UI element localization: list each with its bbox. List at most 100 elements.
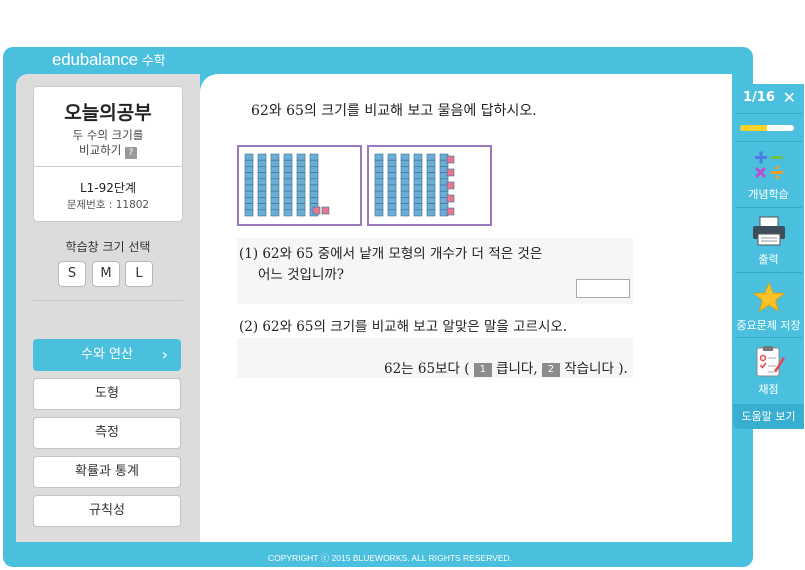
save-important-button[interactable]: 중요문제 저장 (733, 281, 804, 333)
ones-unit (446, 181, 455, 190)
star-icon (752, 281, 785, 313)
tens-rod-unit (400, 178, 410, 186)
tens-rod-unit (244, 203, 254, 211)
print-button[interactable]: 출력 (733, 215, 804, 267)
tens-rod-unit (413, 159, 423, 167)
tens-rod-unit (374, 178, 384, 186)
tens-rod-unit (257, 209, 267, 217)
q1-line1: (1) 62와 65 중에서 낱개 모형의 개수가 더 적은 것은 (239, 246, 543, 262)
copyright-text: COPYRIGHT ⓒ 2015 BLUEWORKS. ALL RIGHTS R… (267, 553, 513, 563)
tens-rod-unit (309, 166, 319, 173)
tens-rod-unit (374, 153, 384, 161)
tens-rod-unit (296, 190, 306, 198)
tens-rod-unit (296, 184, 306, 192)
tens-rod-unit (387, 178, 397, 186)
choice-2-badge[interactable]: 2 (541, 363, 560, 377)
tens-rod-unit (426, 190, 436, 198)
tens-rod-unit (413, 197, 423, 204)
tens-rod-unit (283, 178, 293, 186)
save-important-label: 중요문제 저장 (736, 319, 801, 332)
tens-rod-unit (426, 172, 436, 180)
q2-text: (2) 62와 65의 크기를 비교해 보고 알맞은 말을 고르시오. (239, 319, 568, 335)
tens-rod-unit (257, 159, 267, 167)
tens-rod-unit (270, 190, 280, 198)
tens-rod-unit (257, 178, 267, 186)
tens-rod-unit (426, 209, 436, 217)
progress-bar (740, 125, 794, 131)
tens-rod-unit (413, 178, 423, 186)
panel-divider (735, 337, 802, 338)
tens-rod-unit (426, 197, 436, 204)
choice-2-text[interactable]: 작습니다 ). (564, 361, 628, 377)
panel-divider (735, 141, 802, 142)
tens-rod-unit (257, 153, 267, 161)
tens-rod-unit (283, 190, 293, 198)
tens-rod-unit (244, 153, 254, 161)
page-indicator: 1/16 ✕ (733, 84, 804, 112)
grading-button[interactable]: 채점 (733, 345, 804, 397)
tens-rod-unit (270, 153, 280, 161)
tens-rod-unit (426, 159, 436, 167)
tens-rod-unit (296, 178, 306, 186)
tens-rod-unit (374, 159, 384, 167)
tens-rod-unit (374, 203, 384, 211)
tens-rod-unit (244, 197, 254, 204)
tens-rod-unit (257, 197, 267, 204)
tens-rod-unit (283, 166, 293, 173)
tens-rod-unit (426, 178, 436, 186)
tens-rod-unit (244, 190, 254, 198)
panel-divider (735, 207, 802, 208)
tens-rod-unit (426, 203, 436, 211)
tens-rod-unit (309, 178, 319, 186)
tens-rod-unit (270, 203, 280, 211)
close-icon[interactable]: ✕ (783, 84, 796, 112)
tens-rod-unit (387, 172, 397, 180)
tens-rod-unit (374, 172, 384, 180)
progress-fill (740, 125, 767, 131)
choice-1-badge[interactable]: 1 (473, 363, 492, 377)
q1-line2: 어느 것입니까? (258, 267, 345, 283)
print-label: 출력 (758, 253, 779, 266)
tens-rod-unit (400, 153, 410, 161)
ones-unit (312, 206, 321, 215)
choice-1-text[interactable]: 큽니다, (496, 361, 538, 377)
tens-rod-unit (374, 209, 384, 217)
tens-rod-unit (400, 184, 410, 192)
tens-rod-unit (244, 166, 254, 173)
tens-rod-unit (296, 197, 306, 204)
tens-rod-unit (244, 172, 254, 180)
tens-rod-unit (426, 184, 436, 192)
tens-rod-unit (387, 203, 397, 211)
printer-icon (752, 216, 785, 246)
tens-rod-unit (283, 159, 293, 167)
tens-rod-unit (387, 209, 397, 217)
tens-rod-unit (309, 153, 319, 161)
tens-rod-unit (257, 184, 267, 192)
tens-rod-unit (244, 159, 254, 167)
tens-rod-unit (400, 172, 410, 180)
concept-learning-button[interactable]: 개념학습 (733, 150, 804, 202)
tens-rod-unit (426, 166, 436, 173)
tens-rod-unit (413, 166, 423, 173)
math-operators-icon (754, 151, 783, 180)
q1-answer-input[interactable] (576, 279, 630, 298)
q2-prefix: 62는 65보다 ( (384, 361, 470, 377)
tens-rod-unit (283, 172, 293, 180)
tens-rod-unit (413, 190, 423, 198)
tens-rod-unit (374, 166, 384, 173)
tens-rod-unit (387, 153, 397, 161)
tens-rod-unit (270, 172, 280, 180)
tens-rod-unit (296, 209, 306, 217)
tens-rod-unit (387, 197, 397, 204)
ones-unit (446, 168, 455, 177)
tens-rod-unit (283, 197, 293, 204)
tens-rod-unit (387, 190, 397, 198)
concept-learning-label: 개념학습 (748, 188, 789, 201)
grading-label: 채점 (758, 383, 779, 396)
tens-rod-unit (400, 159, 410, 167)
tens-rod-unit (374, 184, 384, 192)
tens-rod-unit (296, 159, 306, 167)
ones-unit (446, 155, 455, 164)
help-view-button[interactable]: 도움말 보기 (733, 404, 804, 429)
tens-rod-unit (387, 184, 397, 192)
